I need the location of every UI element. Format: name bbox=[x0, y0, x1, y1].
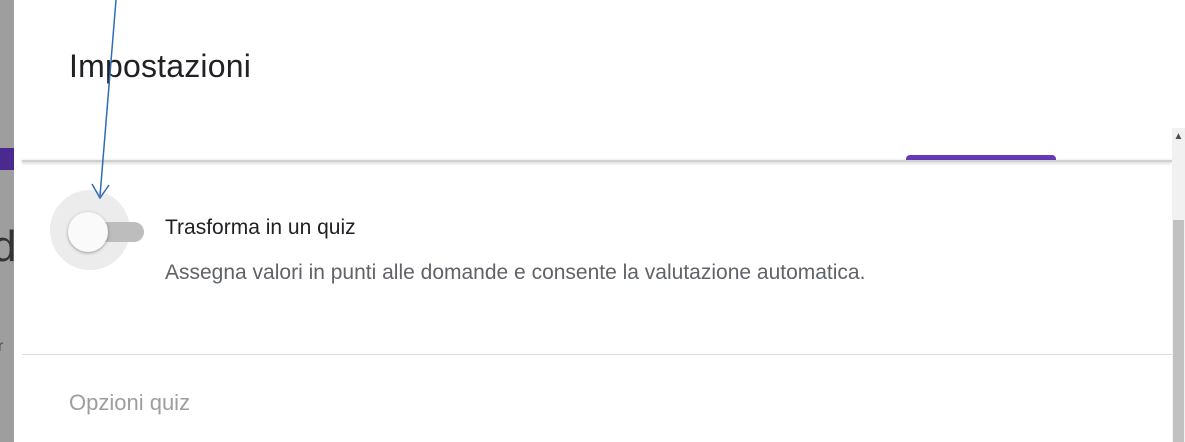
dialog-title: Impostazioni bbox=[69, 48, 252, 84]
scrollbar[interactable]: ▲ bbox=[1172, 128, 1185, 442]
quiz-toggle-thumb[interactable] bbox=[68, 212, 108, 252]
quiz-setting-description: Assegna valori in punti alle domande e c… bbox=[165, 261, 866, 284]
row-divider bbox=[22, 354, 1172, 355]
background-page: d r bbox=[0, 0, 17, 442]
scroll-up-arrow-icon[interactable]: ▲ bbox=[1172, 130, 1185, 144]
quiz-options-header: Opzioni quiz bbox=[69, 390, 191, 415]
settings-content: Trasforma in un quiz Assegna valori in p… bbox=[22, 162, 1172, 442]
settings-dialog: Impostazioni Trasforma in un quiz Assegn… bbox=[22, 0, 1185, 442]
screen: d r Impostazioni Trasforma in un quiz As… bbox=[0, 0, 1185, 442]
background-partial-text: d bbox=[0, 222, 17, 271]
quiz-setting-title: Trasforma in un quiz bbox=[165, 216, 356, 239]
background-partial-text-small: r bbox=[0, 338, 4, 355]
scrollbar-thumb[interactable] bbox=[1173, 220, 1184, 442]
background-header-band bbox=[0, 148, 14, 170]
